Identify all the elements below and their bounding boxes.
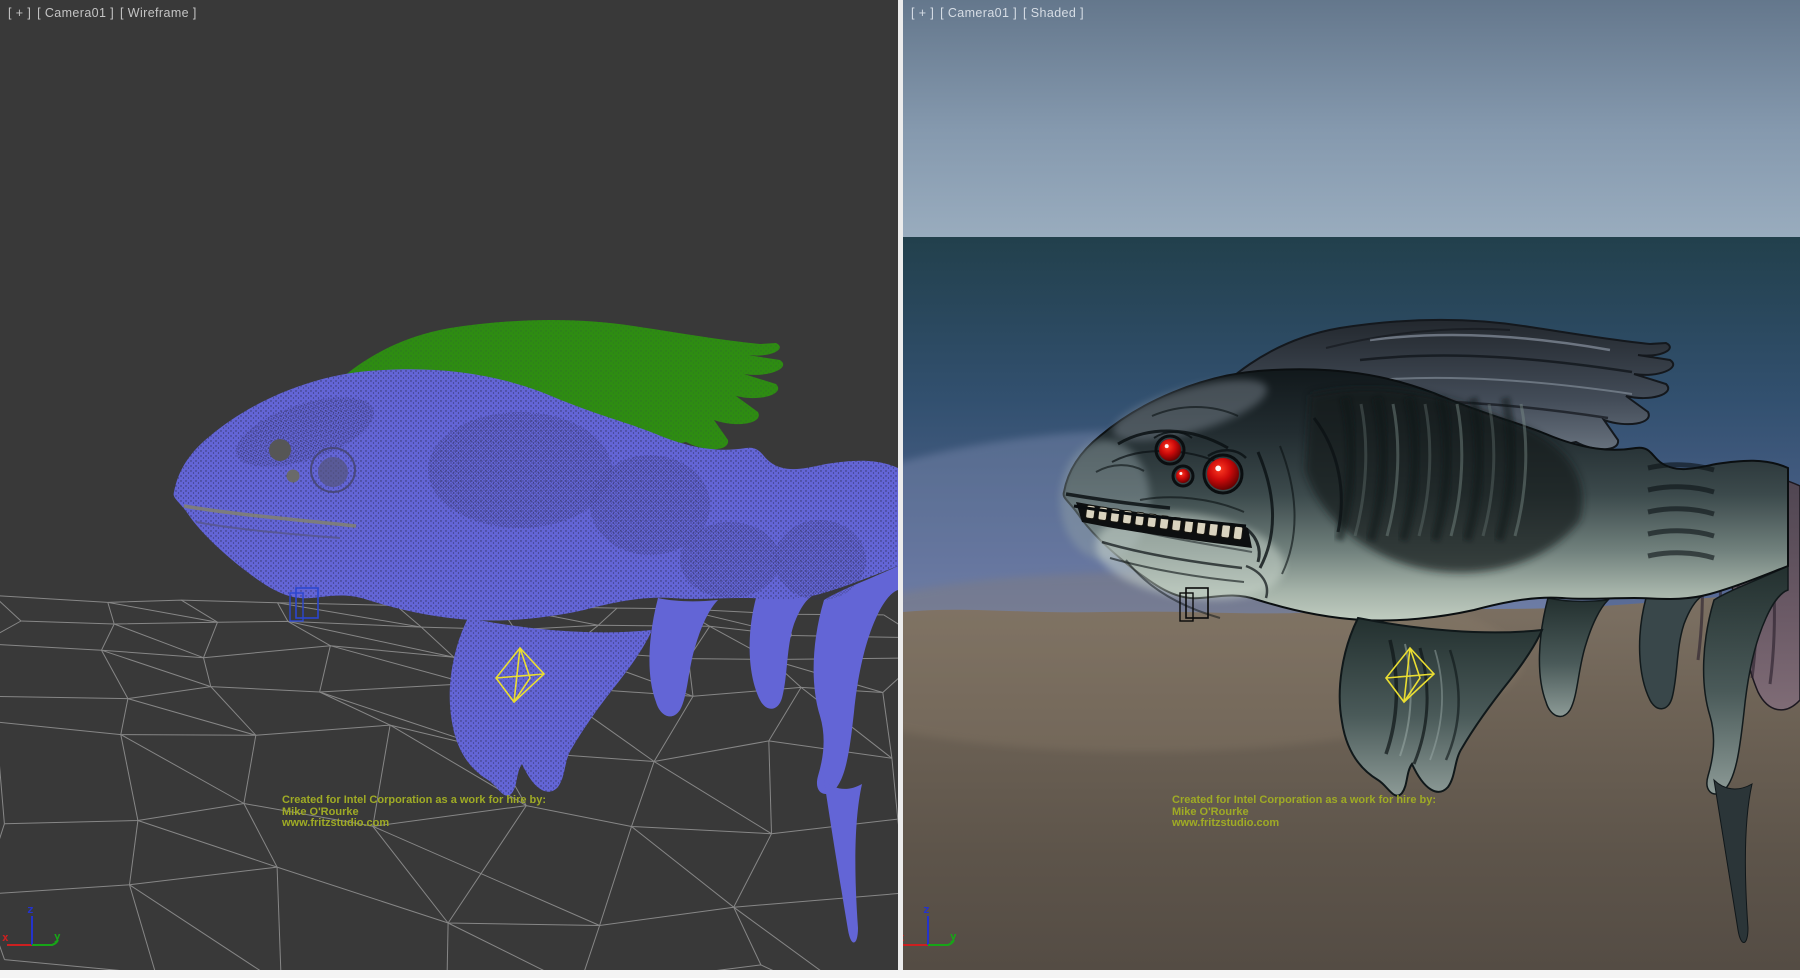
viewport-label: [ + ] [ Camera01 ] [ Shaded ]	[911, 6, 1086, 20]
axis-z-label: z	[923, 903, 930, 916]
axis-z-label: z	[27, 903, 34, 916]
fish-tooth	[1208, 523, 1218, 537]
fish-tooth	[1233, 526, 1243, 540]
fish-eye	[318, 457, 348, 487]
viewport-pov-menu[interactable]: [ Camera01 ]	[37, 6, 114, 20]
viewport-general-menu[interactable]: [ + ]	[8, 6, 31, 20]
bottom-edge-strip	[0, 970, 1800, 978]
viewport-pov-menu[interactable]: [ Camera01 ]	[940, 6, 1017, 20]
world-axis-tripod: x y z	[0, 903, 70, 970]
world-axis-tripod: x y z	[903, 903, 966, 970]
viewport-wireframe[interactable]: [ + ] [ Camera01 ] [ Wireframe ] Created…	[0, 0, 898, 970]
fish-eye-red	[1159, 439, 1181, 461]
max-dual-viewport-canvas: [ + ] [ Camera01 ] [ Wireframe ] Created…	[0, 0, 1800, 978]
axis-x-label: x	[2, 931, 9, 944]
fish-tooth	[1221, 524, 1231, 538]
viewport-shading-menu[interactable]: [ Shaded ]	[1023, 6, 1084, 20]
axis-x-label: x	[903, 931, 905, 944]
viewport-label: [ + ] [ Camera01 ] [ Wireframe ]	[8, 6, 199, 20]
axis-y-label: y	[54, 930, 61, 943]
watermark-line: Created for Intel Corporation as a work …	[282, 795, 546, 807]
viewport-general-menu[interactable]: [ + ]	[911, 6, 934, 20]
sky-background	[903, 0, 1800, 237]
viewport-splitter[interactable]	[898, 0, 903, 970]
axis-y-label: y	[950, 930, 957, 943]
viewport-shaded[interactable]: [ + ] [ Camera01 ] [ Shaded ] Created fo…	[903, 0, 1800, 970]
watermark-line: Created for Intel Corporation as a work …	[1172, 795, 1436, 807]
copyright-watermark: Created for Intel Corporation as a work …	[282, 795, 546, 830]
watermark-line: www.fritzstudio.com	[282, 818, 546, 830]
fish-eye-red	[1176, 469, 1190, 483]
watermark-line: www.fritzstudio.com	[1172, 818, 1436, 830]
fish-eye	[287, 470, 300, 483]
fish-eye	[269, 439, 291, 461]
fish-eye-red	[1207, 458, 1239, 490]
copyright-watermark: Created for Intel Corporation as a work …	[1172, 795, 1436, 830]
viewport-shading-menu[interactable]: [ Wireframe ]	[120, 6, 197, 20]
